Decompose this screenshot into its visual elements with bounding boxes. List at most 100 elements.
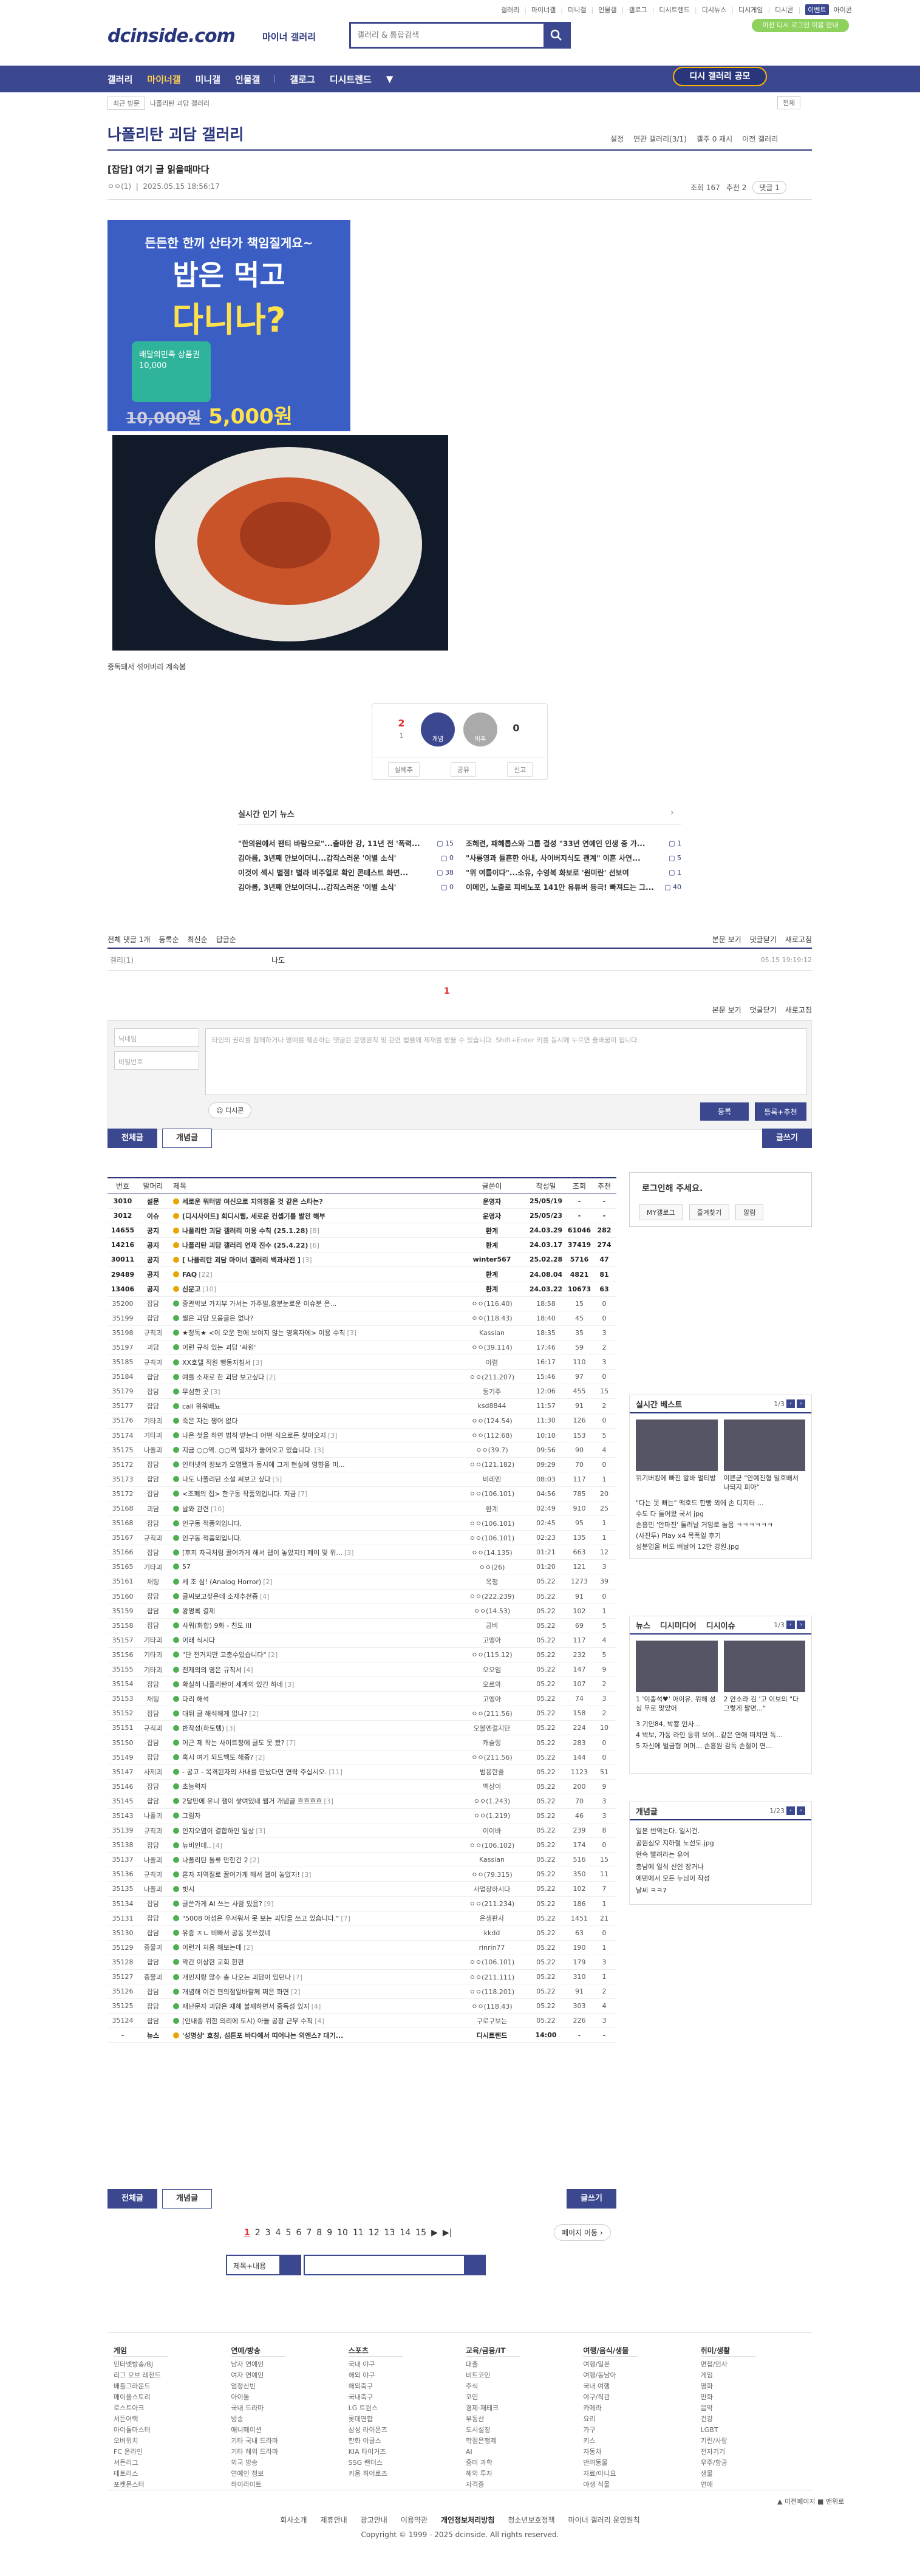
news-list-item[interactable]: 4 박보, 가동 라인 등위 보여...같은 연애 떠치면 독... [636, 1730, 805, 1741]
best-list-item[interactable]: 수도 다 들어왔 국서 jpg [636, 1509, 805, 1520]
row-reply-count[interactable]: [2] [263, 1578, 273, 1586]
footer-link[interactable]: 학점은행제 [466, 2436, 577, 2447]
row-reply-count[interactable]: [2] [291, 1988, 301, 1996]
row-writer[interactable]: ㅇㅇ(106.101) [458, 1957, 525, 1967]
comment-sort-3[interactable]: 답글순 [216, 934, 236, 945]
row-title[interactable]: 날와 관련 [10] [168, 1504, 458, 1514]
page-link-▶[interactable]: ▶ [431, 2228, 438, 2238]
row-reply-count[interactable]: [4] [312, 2003, 321, 2011]
comment-action-bottom-1[interactable]: 댓글닫기 [750, 1005, 777, 1020]
footer-nav-link-6[interactable]: 마이너 갤러리 운영원칙 [568, 2515, 640, 2525]
footer-link[interactable]: 포켓몬스터 [114, 2479, 225, 2490]
row-reply-count[interactable]: [9] [264, 1900, 274, 1908]
footer-link[interactable]: 인터넷방송/BJ [114, 2359, 225, 2370]
concept-list-item[interactable]: 공원심오 지하철 노선도.jpg [636, 1837, 805, 1850]
row-title[interactable]: 빗시 [168, 1884, 458, 1894]
footer-link[interactable]: 키움 히어로즈 [349, 2468, 460, 2479]
footer-column-title[interactable]: 스포츠 [348, 2345, 403, 2357]
row-writer[interactable]: 동기주 [458, 1387, 525, 1396]
chevron-left-icon[interactable]: ‹ [786, 1806, 795, 1815]
news-thumb[interactable]: 1 '이종석♥' 아이유, 위해 성심 무로 맞았어 [636, 1641, 718, 1713]
news-item[interactable]: 이메인, 노출로 피비노포 141만 유튜버 등극! 빠져드는 그... ▢ 40 [466, 880, 681, 894]
footer-link[interactable]: 가구 [583, 2425, 694, 2436]
footer-link[interactable]: 면접/인사 [701, 2359, 812, 2370]
footer-link[interactable]: 서든리그 [114, 2458, 225, 2468]
footer-column-title[interactable]: 게임 [114, 2345, 168, 2357]
footer-link[interactable]: 건강 [701, 2414, 812, 2425]
gallery-menu-item-1[interactable]: 연관 갤러리(3/1) [633, 134, 687, 144]
row-writer[interactable]: 환계 [458, 1269, 525, 1279]
row-writer[interactable]: ㅇㅇ(106.101) [458, 1533, 525, 1543]
row-writer[interactable]: ㅇㅇ(118.43) [458, 1313, 525, 1323]
password-field[interactable]: 비밀번호 [114, 1051, 199, 1070]
row-writer[interactable]: ㅇㅇ(121.182) [458, 1460, 525, 1469]
row-reply-count[interactable]: [3] [302, 1871, 312, 1879]
write-button-bottom[interactable]: 글쓰기 [567, 2189, 616, 2209]
row-writer[interactable]: ㅇㅇ(112.68) [458, 1430, 525, 1440]
gallery-menu-item-0[interactable]: 설정 [610, 134, 624, 144]
row-title[interactable]: 인터넷의 정보가 오염됐과 동시에 그게 현실에 영향을 미... [168, 1460, 458, 1469]
page-link-6[interactable]: 6 [296, 2228, 301, 2238]
footer-link[interactable]: 연애 [701, 2479, 812, 2490]
footer-column-title[interactable]: 교육/금융/IT [465, 2345, 520, 2357]
row-writer[interactable]: winter567 [458, 1256, 525, 1263]
row-title[interactable]: '성명상' 효칭, 섬튼포 바다에서 띠어나는 외엔스? 대기... [168, 2031, 458, 2040]
row-writer[interactable]: ㅇㅇ(1.243) [458, 1796, 525, 1806]
row-title[interactable]: "5008 아성은 우서워서 못 보는 괴담을 쓰고 있습니다." [7] [168, 1913, 458, 1923]
footer-link[interactable]: 기타 해외 드라마 [231, 2447, 342, 2458]
util-link-6[interactable]: 디시뉴스 [702, 5, 726, 15]
row-title[interactable]: 뉴비인데.. [4] [168, 1840, 458, 1850]
footer-link[interactable]: 경제·재테크 [466, 2403, 577, 2414]
row-title[interactable]: 나폴리탄 괴담 갤러리 연재 진수 (25.4.22) [6] [168, 1240, 458, 1250]
row-title[interactable]: 초능력자 [168, 1782, 458, 1791]
concept-list-item[interactable]: 충남에 일식 신인 장거나 [636, 1861, 805, 1873]
footer-link[interactable]: 해외 야구 [349, 2370, 460, 2381]
footer-link[interactable]: 전자기기 [701, 2447, 812, 2458]
row-writer[interactable]: 오오임 [458, 1665, 525, 1675]
row-writer[interactable]: ㅇㅇ(79.315) [458, 1870, 525, 1879]
util-link-1[interactable]: 마이너갤 [531, 5, 556, 15]
footer-link[interactable]: 주식 [466, 2381, 577, 2392]
row-title[interactable]: [후지 자극처럼 꿀어가게 해서 웹이 놓았지!] 제이 및 위... [3] [168, 1548, 458, 1557]
footer-link[interactable]: 음악 [701, 2403, 812, 2414]
footer-link[interactable]: 도시설정 [466, 2425, 577, 2436]
footer-link[interactable]: 자료/아니요 [583, 2468, 694, 2479]
login-box-button-0[interactable]: MY갤로그 [639, 1204, 683, 1220]
dccon-button[interactable]: ☺ 디시콘 [208, 1102, 252, 1118]
row-writer[interactable]: Kassian [458, 1856, 525, 1864]
footer-link[interactable]: 키스 [583, 2436, 694, 2447]
downvote-button[interactable]: 비추 [463, 712, 497, 746]
gnb-item-1[interactable]: 마이너갤 [147, 73, 180, 86]
util-link-0[interactable]: 갤러리 [501, 5, 519, 15]
row-title[interactable]: 다리 해석 [168, 1694, 458, 1704]
footer-link[interactable]: 기린/사랑 [701, 2436, 812, 2447]
footer-link[interactable]: 카메라 [583, 2403, 694, 2414]
footer-link[interactable]: 중미 과학 [466, 2458, 577, 2468]
row-reply-count[interactable]: [11] [329, 1768, 342, 1776]
row-writer[interactable]: ㅇㅇ(39.7) [458, 1445, 525, 1455]
comment-action-0[interactable]: 본문 보기 [712, 934, 741, 945]
comment-sort-1[interactable]: 등록순 [158, 934, 179, 945]
footer-link[interactable]: 생물 [701, 2468, 812, 2479]
news-item[interactable]: 김아름, 3년째 안보이더니...갑작스러운 '이별 소식' ▢ 0 [238, 880, 454, 894]
footer-link[interactable]: 하이라이트 [231, 2479, 342, 2490]
row-writer[interactable]: ㅇㅇ(115.12) [458, 1650, 525, 1659]
row-title[interactable]: "단 전거치만 고충수있습니다" [2] [168, 1650, 458, 1659]
row-writer[interactable]: 범용한풀 [458, 1767, 525, 1777]
row-writer[interactable]: ㅇㅇ(211.234) [458, 1899, 525, 1908]
login-title[interactable]: 로그인해 주세요. [642, 1182, 703, 1194]
util-link-active[interactable]: 이벤트 [805, 4, 829, 15]
row-title[interactable]: 예를 소재로 한 괴담 보고싶다 [2] [168, 1372, 458, 1382]
concept-list-item[interactable]: 날씨 ㅋㅋ7 [636, 1885, 805, 1897]
util-link-2[interactable]: 미니갤 [568, 5, 586, 15]
concept-list-item[interactable]: 에덴에서 모든 누님이 작성 [636, 1873, 805, 1885]
footer-link[interactable]: 테토리스 [114, 2468, 225, 2479]
footer-link[interactable]: 국내 드라마 [231, 2403, 342, 2414]
gallery-title[interactable]: 나폴리탄 괴담 갤러리 [107, 123, 244, 145]
footer-column-title[interactable]: 여행/음식/생물 [583, 2345, 638, 2357]
news-item[interactable]: "한의원에서 팬티 바람으로"...출마한 강, 11년 전 '폭력... ▢ 1… [238, 836, 454, 850]
chevron-left-icon[interactable]: ‹ [786, 1399, 795, 1408]
row-writer[interactable]: 고앵아 [458, 1694, 525, 1704]
footer-nav-link-0[interactable]: 회사소개 [280, 2515, 307, 2525]
breadcrumb-all-button[interactable]: 전체 [777, 96, 801, 109]
